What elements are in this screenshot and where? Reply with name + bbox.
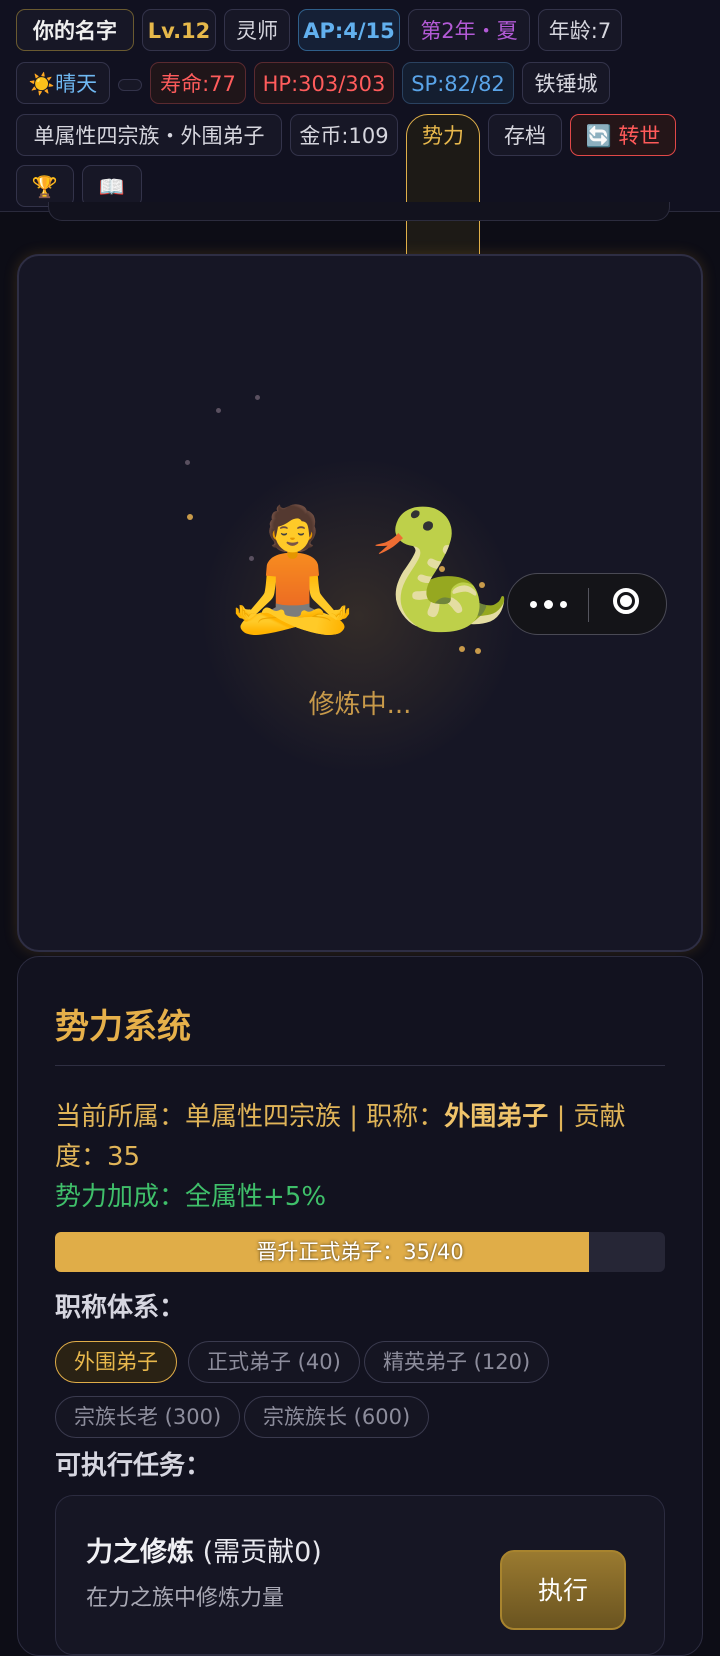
level-badge: Lv.12 [142,9,216,51]
promotion-progress-bar: 晋升正式弟子：35/40 [55,1232,665,1272]
rank-clan-leader[interactable]: 宗族族长 (600) [244,1396,430,1438]
particle [255,395,260,400]
particle [216,408,221,413]
rebirth-button[interactable]: 🔄 转世 [570,114,676,156]
ap-badge: AP:4/15 [298,9,400,51]
hp-badge: HP:303/303 [254,62,394,104]
rank-elite-disciple[interactable]: 精英弟子 (120) [364,1341,550,1383]
miniprogram-capsule [507,573,667,635]
trophy-button[interactable]: 🏆 [16,165,74,207]
faction-info: 当前所属：单属性四宗族 | 职称：外围弟子 | 贡献度：35 [55,1102,626,1172]
rank-outer-disciple[interactable]: 外围弟子 [55,1341,177,1383]
current-title: 外围弟子 [444,1102,549,1132]
panel-title: 势力系统 [55,1007,191,1047]
empty-badge [118,79,142,91]
tasks-heading: 可执行任务： [55,1451,212,1481]
ranks-heading: 职称体系： [55,1293,186,1323]
player-name[interactable]: 你的名字 [16,9,134,51]
status-bar: 你的名字 Lv.12 灵师 AP:4/15 第2年・夏 年龄:7 ☀️晴天 寿命… [0,0,720,814]
book-icon: 📖 [98,175,126,199]
task-description: 在力之族中修炼力量 [86,1586,285,1611]
cultivation-status: 修炼中... [308,690,412,720]
sp-badge: SP:82/82 [402,62,514,104]
more-dots-icon [530,601,537,608]
rank-formal-disciple[interactable]: 正式弟子 (40) [188,1341,360,1383]
save-button[interactable]: 存档 [488,114,562,156]
faction-bonus: 势力加成：全属性+5% [55,1182,327,1212]
task-name: 力之修炼 (需贡献0) [86,1537,322,1568]
particle [459,646,465,652]
realm-badge: 灵师 [224,9,290,51]
location-badge: 铁锤城 [522,62,610,104]
weather-badge: ☀️晴天 [16,62,110,104]
close-miniprogram-button[interactable] [588,574,668,634]
task-requirement: (需贡献0) [194,1537,322,1568]
progress-label: 晋升正式弟子：35/40 [256,1240,464,1264]
task-card: 力之修炼 (需贡献0) 在力之族中修炼力量 执行 [55,1495,665,1655]
season-badge: 第2年・夏 [408,9,530,51]
faction-panel: 势力系统 当前所属：单属性四宗族 | 职称：外围弟子 | 贡献度：35 势力加成… [17,956,703,1656]
collapsed-panel-edge [48,202,670,221]
trophy-icon: 🏆 [31,175,59,199]
execute-task-button[interactable]: 执行 [500,1550,626,1630]
gold-badge: 金币:109 [290,114,398,156]
rank-clan-elder[interactable]: 宗族长老 (300) [55,1396,241,1438]
meditating-person-icon: 🧘 [219,500,366,638]
affiliation-badge: 单属性四宗族・外围弟子 [16,114,282,156]
more-menu-button[interactable] [508,574,588,634]
particle [475,648,481,654]
lifespan-badge: 寿命:77 [150,62,246,104]
divider [55,1065,665,1066]
book-button[interactable]: 📖 [82,165,142,207]
particle [187,514,193,520]
particle [185,460,190,465]
snake-icon: 🐍 [367,500,514,638]
age-badge: 年龄:7 [538,9,622,51]
